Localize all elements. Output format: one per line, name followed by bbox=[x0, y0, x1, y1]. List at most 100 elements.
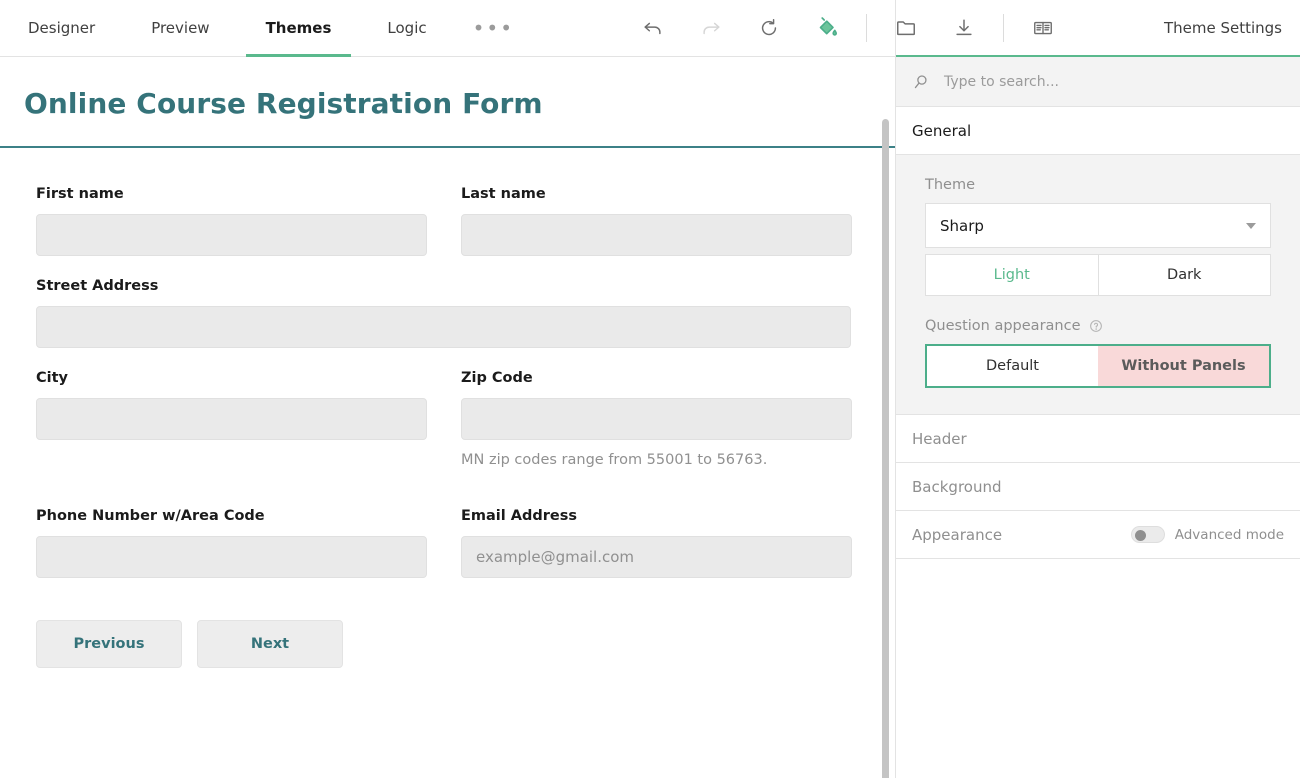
question-appearance-without-panels-button[interactable]: Without Panels bbox=[1098, 346, 1269, 386]
tab-preview[interactable]: Preview bbox=[123, 0, 237, 57]
street-address-input[interactable] bbox=[36, 306, 851, 348]
open-file-button[interactable] bbox=[886, 8, 926, 48]
question-street-address-title: Street Address bbox=[36, 278, 851, 294]
zip-code-input[interactable] bbox=[461, 398, 852, 440]
form-title: Online Course Registration Form bbox=[24, 87, 895, 120]
form-canvas: Online Course Registration Form First na… bbox=[0, 57, 895, 778]
advanced-mode-toggle[interactable] bbox=[1131, 526, 1165, 543]
theme-editor-app: Designer Preview Themes Logic ••• bbox=[0, 0, 1300, 778]
form-column-left: First name bbox=[36, 186, 461, 278]
zip-code-description: MN zip codes range from 55001 to 56763. bbox=[461, 452, 852, 468]
question-phone-number-title: Phone Number w/Area Code bbox=[36, 508, 461, 524]
section-header-general[interactable]: General bbox=[896, 107, 1300, 155]
advanced-mode-label: Advanced mode bbox=[1175, 527, 1284, 543]
question-city: City bbox=[36, 370, 461, 440]
theme-mode-light-button[interactable]: Light bbox=[925, 254, 1099, 296]
more-tabs-label: ••• bbox=[473, 23, 514, 33]
question-email-address: Email Address example@gmail.com bbox=[461, 508, 852, 578]
question-city-title: City bbox=[36, 370, 461, 386]
previous-button[interactable]: Previous bbox=[36, 620, 182, 668]
question-appearance-label-text: Question appearance bbox=[925, 318, 1081, 334]
advanced-mode-toggle-knob bbox=[1135, 530, 1146, 541]
question-appearance-default-label: Default bbox=[986, 358, 1039, 374]
canvas-scrollbar-thumb[interactable] bbox=[882, 119, 889, 778]
tab-themes[interactable]: Themes bbox=[238, 0, 360, 57]
tab-designer-label: Designer bbox=[28, 19, 95, 37]
form-header: Online Course Registration Form bbox=[0, 57, 895, 148]
section-header-appearance-label: Appearance bbox=[912, 526, 1002, 544]
open-folder-icon bbox=[895, 17, 917, 39]
undo-button[interactable] bbox=[633, 8, 673, 48]
question-email-address-title: Email Address bbox=[461, 508, 852, 524]
theme-select-value: Sharp bbox=[940, 217, 984, 235]
section-body-general: Theme Sharp Light Dark Question appearan… bbox=[896, 155, 1300, 415]
search-input[interactable]: Type to search... bbox=[944, 74, 1059, 90]
city-input[interactable] bbox=[36, 398, 427, 440]
form-row-name: First name Last name bbox=[36, 186, 871, 278]
theme-field-label-text: Theme bbox=[925, 177, 975, 193]
section-header-header[interactable]: Header bbox=[896, 415, 1300, 463]
more-tabs-button[interactable]: ••• bbox=[455, 0, 532, 57]
question-street-address: Street Address bbox=[36, 278, 851, 348]
section-header-header-label: Header bbox=[912, 430, 967, 448]
question-last-name: Last name bbox=[461, 186, 852, 256]
advanced-mode-control: Advanced mode bbox=[1131, 526, 1284, 543]
reset-theme-button[interactable] bbox=[749, 8, 789, 48]
question-appearance-default-button[interactable]: Default bbox=[927, 346, 1098, 386]
question-appearance-label: Question appearance bbox=[925, 318, 1271, 334]
question-first-name: First name bbox=[36, 186, 461, 256]
question-zip-code-title: Zip Code bbox=[461, 370, 852, 386]
question-zip-code: Zip Code MN zip codes range from 55001 t… bbox=[461, 370, 852, 468]
section-header-appearance[interactable]: Appearance Advanced mode bbox=[896, 511, 1300, 559]
tab-logic[interactable]: Logic bbox=[359, 0, 454, 57]
theme-mode-toggle: Light Dark bbox=[925, 254, 1271, 296]
reset-icon bbox=[758, 17, 780, 39]
section-header-background-label: Background bbox=[912, 478, 1002, 496]
form-navigation: Previous Next bbox=[36, 620, 871, 668]
question-phone-number: Phone Number w/Area Code bbox=[36, 508, 461, 578]
undo-icon bbox=[642, 17, 664, 39]
section-header-general-label: General bbox=[912, 122, 971, 140]
form-column-left-2: City bbox=[36, 370, 461, 490]
apply-theme-button[interactable] bbox=[807, 8, 847, 48]
theme-select[interactable]: Sharp bbox=[925, 203, 1271, 248]
editor-tabs: Designer Preview Themes Logic ••• bbox=[0, 0, 532, 57]
toolbar-divider-1 bbox=[866, 14, 867, 42]
theme-mode-dark-button[interactable]: Dark bbox=[1099, 254, 1272, 296]
help-icon[interactable] bbox=[1089, 319, 1103, 333]
main-area: Designer Preview Themes Logic ••• bbox=[0, 0, 895, 778]
previous-button-label: Previous bbox=[74, 636, 145, 652]
question-appearance-toggle: Default Without Panels bbox=[925, 344, 1271, 388]
form-column-left-3: Phone Number w/Area Code bbox=[36, 508, 461, 600]
action-toolbar bbox=[624, 0, 1072, 57]
redo-button[interactable] bbox=[691, 8, 731, 48]
theme-mode-dark-label: Dark bbox=[1167, 267, 1201, 283]
question-last-name-title: Last name bbox=[461, 186, 852, 202]
search-icon bbox=[912, 73, 930, 91]
last-name-input[interactable] bbox=[461, 214, 852, 256]
form-row-phone-email: Phone Number w/Area Code Email Address e… bbox=[36, 508, 871, 600]
form-column-right-2: Zip Code MN zip codes range from 55001 t… bbox=[461, 370, 852, 490]
toolbar-divider-2 bbox=[1003, 14, 1004, 42]
next-button[interactable]: Next bbox=[197, 620, 343, 668]
chevron-down-icon bbox=[1246, 223, 1256, 229]
email-address-input[interactable]: example@gmail.com bbox=[461, 536, 852, 578]
panel-title: Theme Settings bbox=[1164, 19, 1282, 37]
preview-pane-button[interactable] bbox=[1023, 8, 1063, 48]
tab-themes-label: Themes bbox=[266, 19, 332, 37]
panel-search-bar[interactable]: Type to search... bbox=[896, 57, 1300, 107]
first-name-input[interactable] bbox=[36, 214, 427, 256]
section-header-background[interactable]: Background bbox=[896, 463, 1300, 511]
form-column-right-3: Email Address example@gmail.com bbox=[461, 508, 852, 600]
top-toolbar: Designer Preview Themes Logic ••• bbox=[0, 0, 895, 57]
download-button[interactable] bbox=[944, 8, 984, 48]
theme-mode-light-label: Light bbox=[994, 267, 1030, 283]
canvas-scrollbar[interactable] bbox=[882, 119, 889, 778]
question-appearance-without-panels-label: Without Panels bbox=[1121, 358, 1245, 374]
tab-designer[interactable]: Designer bbox=[0, 0, 123, 57]
question-first-name-title: First name bbox=[36, 186, 461, 202]
phone-number-input[interactable] bbox=[36, 536, 427, 578]
form-row-street: Street Address bbox=[36, 278, 871, 370]
tab-preview-label: Preview bbox=[151, 19, 209, 37]
theme-settings-panel: Theme Settings Type to search... General… bbox=[895, 0, 1300, 778]
